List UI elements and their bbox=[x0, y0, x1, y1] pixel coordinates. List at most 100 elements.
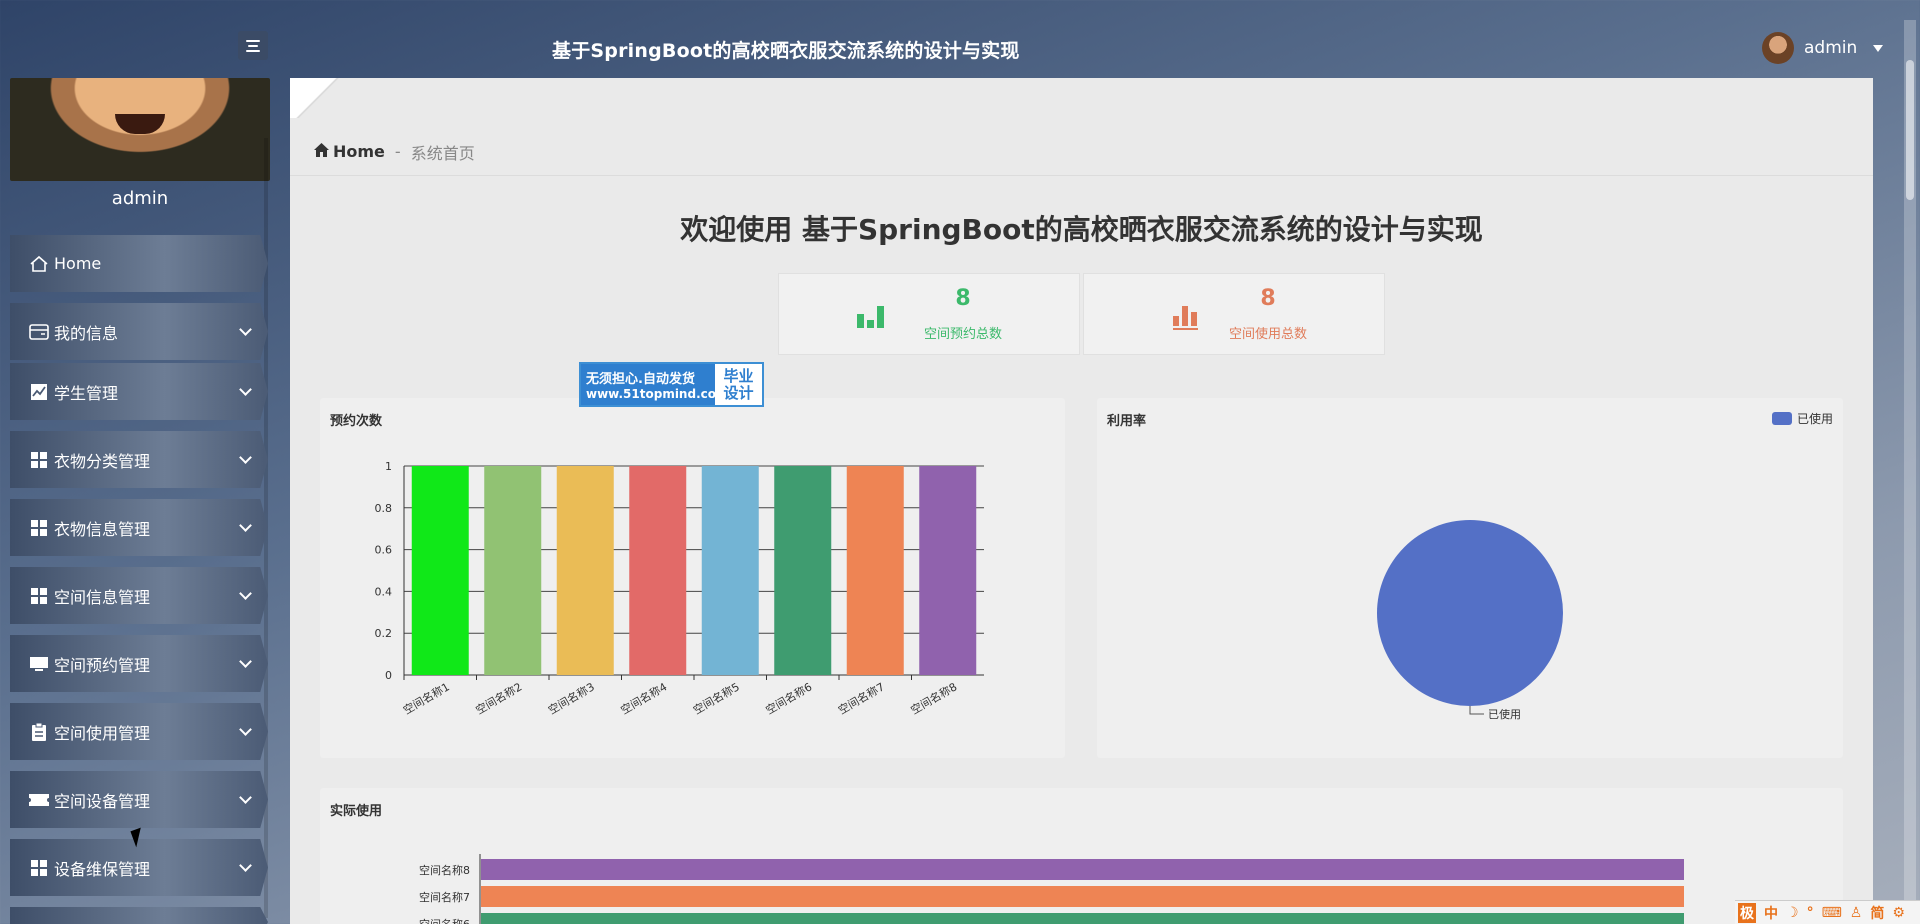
bar bbox=[774, 466, 832, 675]
sidebar-item-clothing-info[interactable]: 衣物信息管理 bbox=[10, 499, 268, 556]
y-tick-label: 空间名称8 bbox=[419, 863, 470, 877]
x-tick-label: 空间名称6 bbox=[763, 679, 814, 717]
chevron-down-icon bbox=[239, 723, 252, 736]
watermark-line1: 无须担心.自动发货 bbox=[586, 372, 695, 387]
home-icon bbox=[314, 142, 329, 161]
sidebar-item-space-usage[interactable]: 空间使用管理 bbox=[10, 703, 268, 760]
watermark-right2: 设计 bbox=[723, 383, 754, 402]
stat-card-usage: 8 空间使用总数 bbox=[1083, 273, 1385, 355]
ime-simplified-icon[interactable]: 简 bbox=[1870, 903, 1884, 923]
chart-line-icon bbox=[28, 381, 50, 403]
sidebar-item-label: Home bbox=[54, 254, 102, 273]
ime-dots-icon[interactable]: ° bbox=[1807, 905, 1814, 921]
sidebar-item-label: 空间预约管理 bbox=[54, 655, 151, 675]
chevron-down-icon bbox=[239, 519, 252, 532]
page-fold-decoration bbox=[290, 78, 345, 118]
sidebar: admin Home 我的信息 学生管理 衣物分类管理 衣物信息管理 空间信息管… bbox=[0, 78, 275, 924]
sidebar-item-space-info[interactable]: 空间信息管理 bbox=[10, 567, 268, 624]
x-tick-label: 空间名称2 bbox=[473, 679, 524, 717]
booking-bar-chart: 0 0.2 0.4 0.6 0.8 1 空间名称1 空间名称2 空间名称3 空间名称4 空间名称5 空… bbox=[375, 460, 984, 717]
breadcrumb-current: 系统首页 bbox=[410, 143, 475, 163]
sidebar-item-label: 学生管理 bbox=[54, 383, 119, 403]
ime-keyboard-icon[interactable]: ⌨ bbox=[1822, 905, 1842, 921]
chevron-down-icon bbox=[239, 655, 252, 668]
stat-value: 8 bbox=[1260, 286, 1276, 311]
sidebar-item-my-info[interactable]: 我的信息 bbox=[10, 303, 268, 360]
y-tick-label: 0.2 bbox=[375, 627, 393, 640]
sidebar-item-equipment-maintenance[interactable]: 设备维保管理 bbox=[10, 839, 268, 896]
bar bbox=[484, 466, 542, 675]
welcome-heading: 欢迎使用 基于SpringBoot的高校晒衣服交流系统的设计与实现 bbox=[680, 213, 1483, 246]
scrollbar-thumb[interactable] bbox=[1906, 60, 1914, 200]
sidebar-item-label: 空间信息管理 bbox=[54, 587, 151, 607]
top-bar: 基于SpringBoot的高校晒衣服交流系统的设计与实现 admin bbox=[0, 6, 1920, 81]
home-icon bbox=[28, 253, 50, 275]
page-scrollbar[interactable] bbox=[1904, 20, 1916, 924]
sidebar-item-students[interactable]: 学生管理 bbox=[10, 363, 268, 420]
y-tick-label: 0 bbox=[385, 669, 392, 682]
ime-settings-icon[interactable]: ⚙ bbox=[1892, 905, 1905, 921]
y-tick-label: 0.4 bbox=[375, 585, 393, 598]
monitor-icon bbox=[28, 653, 50, 675]
bar bbox=[481, 913, 1684, 924]
ime-moon-icon[interactable]: ☽ bbox=[1786, 905, 1799, 921]
x-tick-label: 空间名称7 bbox=[836, 679, 887, 717]
x-tick-label: 空间名称3 bbox=[546, 679, 597, 717]
pie-slice bbox=[1377, 520, 1563, 706]
bar bbox=[481, 886, 1684, 907]
booking-count-chart-panel: 预约次数 0 0.2 0.4 0.6 0.8 1 空间名称1 空间名称2 空间名称3 空间名称4 空… bbox=[320, 398, 1065, 758]
caret-down-icon bbox=[1873, 44, 1884, 52]
sidebar-item-space-equipment[interactable]: 空间设备管理 bbox=[10, 771, 268, 828]
stat-label: 空间预约总数 bbox=[923, 327, 1002, 342]
breadcrumb-separator: - bbox=[394, 142, 401, 161]
chevron-down-icon bbox=[239, 383, 252, 396]
y-tick-label: 空间名称7 bbox=[419, 890, 470, 904]
bar bbox=[846, 466, 904, 675]
bar bbox=[556, 466, 614, 675]
id-card-icon bbox=[28, 321, 50, 343]
stat-label: 空间使用总数 bbox=[1228, 327, 1307, 342]
ime-chinese-icon[interactable]: 中 bbox=[1764, 903, 1778, 923]
chevron-down-icon bbox=[239, 791, 252, 804]
username: admin bbox=[1804, 38, 1858, 58]
sidebar-item-more[interactable] bbox=[10, 907, 268, 924]
chevron-down-icon bbox=[239, 587, 252, 600]
actual-usage-chart-panel: 实际使用 空间名称8空间名称7空间名称6 bbox=[320, 788, 1843, 924]
app-title: 基于SpringBoot的高校晒衣服交流系统的设计与实现 bbox=[552, 40, 1020, 62]
grid-icon bbox=[28, 449, 50, 471]
ime-toolbar[interactable]: 极 中 ☽ ° ⌨ ♙ 简 ⚙ bbox=[1735, 900, 1920, 924]
y-tick-label: 空间名称6 bbox=[419, 917, 470, 924]
bar bbox=[919, 466, 977, 675]
y-tick-label: 1 bbox=[385, 460, 392, 473]
sidebar-item-label: 衣物信息管理 bbox=[54, 519, 151, 539]
grid-icon bbox=[28, 585, 50, 607]
sidebar-item-clothing-category[interactable]: 衣物分类管理 bbox=[10, 431, 268, 488]
breadcrumb-home-link[interactable]: Home bbox=[333, 142, 385, 161]
profile-name: admin bbox=[111, 188, 169, 209]
bar bbox=[629, 466, 687, 675]
stat-card-bookings: 8 空间预约总数 bbox=[778, 273, 1080, 355]
y-tick-label: 0.6 bbox=[375, 544, 393, 557]
chevron-down-icon bbox=[239, 859, 252, 872]
sidebar-item-space-booking[interactable]: 空间预约管理 bbox=[10, 635, 268, 692]
pie-label-line bbox=[1469, 706, 1484, 715]
sidebar-item-home[interactable]: Home bbox=[10, 235, 268, 292]
sidebar-item-label: 我的信息 bbox=[54, 323, 119, 343]
sidebar-item-label: 空间使用管理 bbox=[54, 723, 151, 743]
sidebar-item-label: 设备维保管理 bbox=[54, 859, 151, 879]
bar-chart-icon bbox=[1173, 302, 1199, 334]
x-tick-label: 空间名称1 bbox=[401, 679, 452, 717]
bar bbox=[411, 466, 469, 675]
grid-icon bbox=[28, 517, 50, 539]
menu-toggle-icon[interactable] bbox=[238, 31, 268, 60]
chevron-down-icon bbox=[239, 451, 252, 464]
watermark-badge[interactable]: 无须担心.自动发货 www.51topmind.com 毕业 设计 bbox=[579, 362, 764, 407]
utilization-chart-panel: 利用率 已使用 已使用 bbox=[1097, 398, 1843, 758]
y-tick-label: 0.8 bbox=[375, 502, 393, 515]
ime-user-icon[interactable]: ♙ bbox=[1850, 905, 1863, 921]
sidebar-item-label: 衣物分类管理 bbox=[54, 451, 151, 471]
user-menu[interactable]: admin bbox=[1762, 32, 1884, 64]
main-content: Home - 系统首页 欢迎使用 基于SpringBoot的高校晒衣服交流系统的… bbox=[290, 78, 1873, 924]
bar bbox=[701, 466, 759, 675]
ime-logo-icon[interactable]: 极 bbox=[1738, 902, 1756, 923]
